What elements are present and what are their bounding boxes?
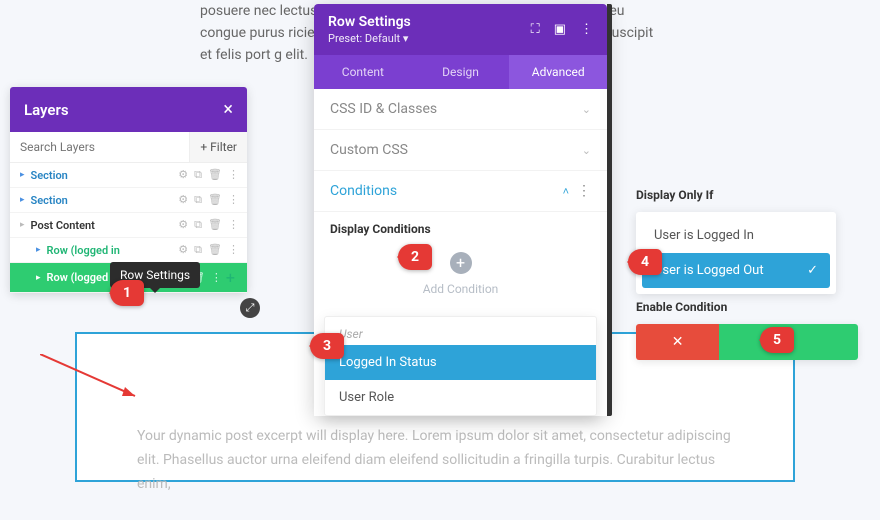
copy-icon[interactable]: ⧉: [194, 193, 202, 207]
callout-badge-5: 5: [760, 327, 794, 353]
copy-icon[interactable]: ⧉: [194, 168, 202, 182]
responsive-icon[interactable]: ▣: [554, 22, 566, 37]
layer-label: Section: [31, 194, 179, 207]
chevron-down-icon: ⌄: [582, 103, 591, 116]
enable-no-button[interactable]: ✕: [636, 324, 719, 360]
layer-label: Row (logged in: [47, 244, 179, 257]
acc-label: CSS ID & Classes: [330, 101, 437, 117]
more-icon[interactable]: ⋮: [228, 193, 239, 207]
add-condition-block[interactable]: + Add Condition: [314, 236, 607, 308]
layers-header: Layers ×: [10, 87, 247, 132]
excerpt-preview-text: Your dynamic post excerpt will display h…: [137, 424, 733, 496]
add-condition-label: Add Condition: [314, 282, 607, 296]
tab-advanced[interactable]: Advanced: [509, 55, 607, 89]
acc-custom-css[interactable]: Custom CSS ⌄: [314, 130, 607, 171]
option-label: User is Logged Out: [654, 263, 764, 278]
enable-condition-block: Enable Condition ✕ ✓: [636, 300, 858, 360]
trash-icon[interactable]: 🗑: [208, 218, 222, 232]
gear-icon[interactable]: ⚙: [178, 168, 188, 182]
resize-handle-icon[interactable]: ⤢: [240, 298, 260, 318]
layers-title: Layers: [24, 101, 69, 119]
acc-label: Custom CSS: [330, 142, 408, 158]
filter-button[interactable]: + Filter: [189, 132, 247, 162]
tab-content[interactable]: Content: [314, 55, 412, 89]
copy-icon[interactable]: ⧉: [194, 243, 202, 257]
more-icon[interactable]: ⋮: [577, 183, 591, 199]
search-input[interactable]: [10, 132, 189, 162]
layer-label: Section: [31, 169, 179, 182]
copy-icon[interactable]: ⧉: [194, 218, 202, 232]
layer-row-section-2[interactable]: ▸ Section ⚙ ⧉ 🗑 ⋮: [10, 188, 247, 213]
caret-icon: ▸: [20, 220, 25, 230]
modal-preset[interactable]: Preset: Default ▾: [328, 32, 411, 45]
x-icon: ✕: [672, 334, 684, 350]
more-icon[interactable]: ⋮: [228, 243, 239, 257]
check-icon: ✓: [807, 263, 818, 278]
more-icon[interactable]: ⋮: [228, 168, 239, 182]
modal-title: Row Settings: [328, 14, 411, 30]
chevron-down-icon: ⌄: [582, 144, 591, 157]
caret-icon: ▸: [20, 170, 25, 180]
modal-scrollbar[interactable]: [607, 4, 612, 416]
callout-badge-1: 1: [110, 280, 144, 306]
modal-tabs: Content Design Advanced: [314, 55, 607, 89]
condition-dropdown: User Logged In Status User Role: [324, 316, 597, 416]
enable-condition-label: Enable Condition: [636, 300, 858, 314]
layer-label: Post Content: [31, 219, 179, 232]
display-only-if-label: Display Only If: [636, 188, 836, 202]
caret-icon: ▸: [36, 273, 41, 283]
layers-filterbar: + Filter: [10, 132, 247, 163]
acc-conditions[interactable]: Conditions ˄ ⋮: [314, 171, 607, 212]
layer-row-section-1[interactable]: ▸ Section ⚙ ⧉ 🗑 ⋮: [10, 163, 247, 188]
tab-design[interactable]: Design: [412, 55, 510, 89]
attention-arrow: [40, 354, 140, 404]
layer-actions[interactable]: ⚙ ⧉ 🗑 ⋮: [178, 218, 239, 232]
layer-row-logged-in[interactable]: ▸ Row (logged in ⚙ ⧉ 🗑 ⋮: [10, 238, 247, 263]
modal-body: CSS ID & Classes ⌄ Custom CSS ⌄ Conditio…: [314, 89, 607, 416]
dropdown-item-logged-in-status[interactable]: Logged In Status: [325, 345, 596, 380]
callout-badge-2: 2: [398, 244, 432, 270]
caret-icon: ▸: [36, 245, 41, 255]
display-conditions-label: Display Conditions: [314, 212, 607, 236]
layer-actions[interactable]: ⚙ ⧉ 🗑 ⋮: [178, 193, 239, 207]
more-icon[interactable]: ⋮: [228, 218, 239, 232]
layer-actions[interactable]: ⚙ ⧉ 🗑 ⋮: [178, 168, 239, 182]
trash-icon[interactable]: 🗑: [208, 193, 222, 207]
option-logged-in[interactable]: User is Logged In: [642, 218, 830, 253]
dropdown-group: User: [325, 317, 596, 345]
option-logged-out[interactable]: User is Logged Out ✓: [642, 253, 830, 288]
expand-icon[interactable]: ⛶: [531, 22, 540, 37]
gear-icon[interactable]: ⚙: [178, 218, 188, 232]
add-condition-plus-icon[interactable]: +: [450, 252, 472, 274]
add-icon[interactable]: +: [222, 268, 239, 287]
acc-label: Conditions: [330, 183, 397, 199]
acc-css-id[interactable]: CSS ID & Classes ⌄: [314, 89, 607, 130]
caret-icon: ▸: [20, 195, 25, 205]
more-icon[interactable]: ⋮: [580, 22, 593, 37]
more-icon[interactable]: ⋮: [211, 271, 222, 285]
row-settings-modal: Row Settings Preset: Default ▾ ⛶ ▣ ⋮ Con…: [314, 4, 607, 416]
gear-icon[interactable]: ⚙: [178, 243, 188, 257]
display-only-if-block: Display Only If User is Logged In User i…: [636, 188, 836, 294]
callout-badge-3: 3: [310, 333, 344, 359]
display-if-options: User is Logged In User is Logged Out ✓: [636, 212, 836, 294]
trash-icon[interactable]: 🗑: [208, 243, 222, 257]
callout-badge-4: 4: [628, 249, 662, 275]
enable-toggle: ✕ ✓: [636, 324, 858, 360]
dropdown-item-user-role[interactable]: User Role: [325, 380, 596, 415]
modal-header: Row Settings Preset: Default ▾ ⛶ ▣ ⋮: [314, 4, 607, 55]
chevron-up-icon: ˄: [563, 185, 569, 198]
layer-row-post-content[interactable]: ▸ Post Content ⚙ ⧉ 🗑 ⋮: [10, 213, 247, 238]
gear-icon[interactable]: ⚙: [178, 193, 188, 207]
trash-icon[interactable]: 🗑: [208, 168, 222, 182]
close-icon[interactable]: ×: [223, 99, 233, 120]
layer-actions[interactable]: ⚙ ⧉ 🗑 ⋮: [178, 243, 239, 257]
